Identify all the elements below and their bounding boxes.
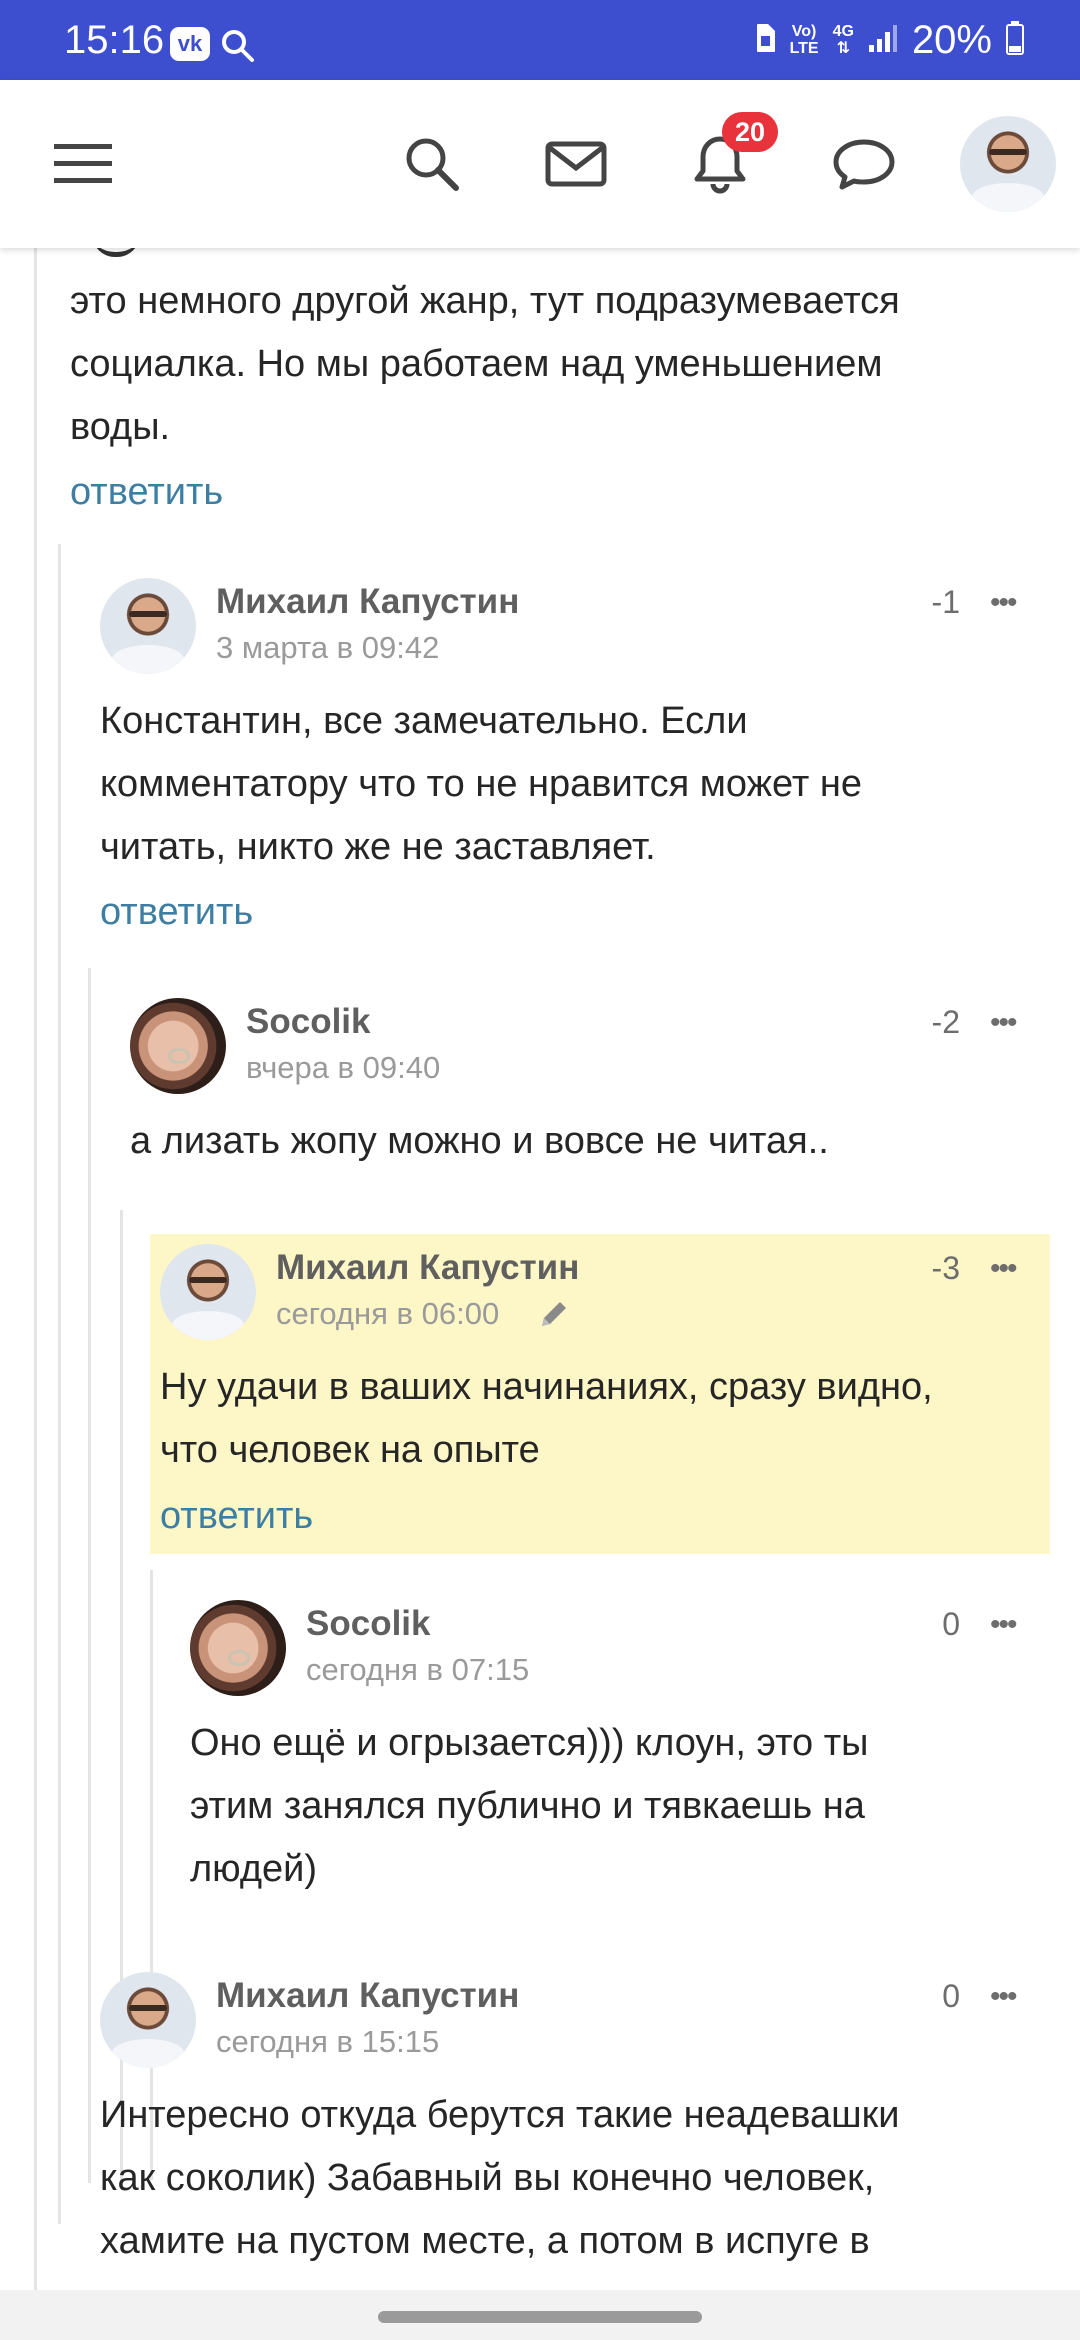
avatar-ring-shape — [228, 1649, 250, 1666]
comment-date[interactable]: сегодня в 06:00 — [276, 1296, 499, 1332]
data-arrows-icon: ⇅ — [836, 40, 850, 57]
comment-avatar[interactable] — [130, 998, 226, 1094]
comment-text-line: Интересно откуда берутся такие неадевашк… — [100, 2094, 900, 2136]
comment-text: Константин, все замечательно. Если комме… — [100, 690, 862, 879]
lte-label: LTE — [789, 40, 819, 57]
user-avatar[interactable] — [960, 116, 1056, 212]
comment-avatar[interactable] — [160, 1244, 256, 1340]
more-options-icon[interactable]: ••• — [990, 1610, 1017, 1640]
comment-score: -1 — [931, 584, 960, 620]
comment-text-line: что человек на опыте — [160, 1429, 540, 1471]
comment-text: Оно ещё и огрызается))) клоун, это ты эт… — [190, 1712, 868, 1901]
comment-text: это немного другой жанр, тут подразумева… — [70, 270, 900, 459]
comment-text-line: Ну удачи в ваших начинаниях, сразу видно… — [160, 1366, 933, 1408]
comment-date[interactable]: 3 марта в 09:42 — [216, 630, 439, 666]
comment-score: 0 — [942, 1606, 960, 1642]
comment-text-line: людей) — [190, 1848, 318, 1890]
comment-text-line: этим занялся публично и тявкаешь на — [190, 1785, 865, 1827]
comment-score: -3 — [931, 1250, 960, 1286]
comment-date[interactable]: вчера в 09:40 — [246, 1050, 440, 1086]
status-bar: 15:16 vk Vo) LTE 4G ⇅ 20% — [0, 0, 1080, 80]
comment-date[interactable]: сегодня в 07:15 — [306, 1652, 529, 1688]
comment-text-line: комментатору что то не нравится может не — [100, 763, 863, 805]
reply-link[interactable]: ответить — [70, 470, 223, 514]
sim-icon — [754, 23, 776, 58]
avatar-ring-shape — [168, 1047, 190, 1064]
comment-text-line: а лизать жопу можно и вовсе не читая.. — [130, 1120, 829, 1162]
notifications-bell-icon[interactable] — [688, 80, 752, 248]
menu-icon[interactable] — [52, 80, 116, 248]
reply-link[interactable]: ответить — [160, 1494, 313, 1538]
avatar-glasses-shape — [188, 1276, 228, 1284]
comment-text-line: Оно ещё и огрызается))) клоун, это ты — [190, 1722, 869, 1764]
search-status-icon — [220, 28, 256, 69]
more-options-icon[interactable]: ••• — [990, 1008, 1017, 1038]
avatar-glasses-shape — [988, 148, 1028, 156]
comment-text-line: как соколик) Забавный вы конечно человек… — [100, 2157, 875, 2199]
comment-avatar[interactable] — [190, 1600, 286, 1696]
vk-app-icon: vk — [170, 27, 210, 61]
comment-author[interactable]: Михаил Капустин — [216, 582, 519, 622]
comment-score: -2 — [931, 1004, 960, 1040]
status-time: 15:16 — [64, 18, 165, 62]
comment-text-line: социалка. Но мы работаем над уменьшением — [70, 343, 883, 385]
comment-avatar[interactable] — [100, 1972, 196, 2068]
comment-avatar[interactable] — [100, 578, 196, 674]
comment-text-line: воды. — [70, 406, 171, 448]
comment-score: 0 — [942, 1978, 960, 2014]
avatar-shirt-shape — [171, 1311, 245, 1340]
more-options-icon[interactable]: ••• — [990, 1254, 1017, 1284]
avatar-shirt-shape — [111, 2039, 185, 2068]
mail-icon[interactable] — [544, 80, 608, 248]
search-icon[interactable] — [400, 80, 464, 248]
reply-link[interactable]: ответить — [100, 890, 253, 934]
thread-line — [34, 248, 37, 2308]
comment-author[interactable]: Socolik — [306, 1604, 430, 1644]
app-header: 20 — [0, 80, 1080, 248]
messages-icon[interactable] — [832, 80, 896, 248]
network-gen-indicator: 4G ⇅ — [833, 23, 854, 57]
comment-author[interactable]: Socolik — [246, 1002, 370, 1042]
edited-pencil-icon — [538, 1298, 570, 1335]
network-gen-label: 4G — [832, 23, 854, 40]
home-gesture-handle[interactable] — [378, 2311, 702, 2323]
comment-text: а лизать жопу можно и вовсе не читая.. — [130, 1110, 829, 1173]
comment-date[interactable]: сегодня в 15:15 — [216, 2024, 439, 2060]
comment-text-line: хамите на пустом месте, а потом в испуге… — [100, 2220, 870, 2262]
more-options-icon[interactable]: ••• — [990, 1982, 1017, 2012]
comment-text-line: это немного другой жанр, тут подразумева… — [70, 280, 900, 322]
avatar-shirt-shape — [971, 183, 1045, 212]
avatar-glasses-shape — [128, 610, 168, 618]
navigation-gesture-bar — [0, 2290, 1080, 2340]
battery-percent: 20% — [911, 18, 992, 62]
avatar-glasses-shape — [128, 2004, 168, 2012]
thread-line — [88, 968, 91, 2183]
thread-line — [58, 544, 61, 2224]
comment-author[interactable]: Михаил Капустин — [276, 1248, 579, 1288]
comment-text-line: Константин, все замечательно. Если — [100, 700, 748, 742]
comment-highlighted: Михаил Капустин сегодня в 06:00 -3 ••• Н… — [150, 1234, 1050, 1554]
avatar-shirt-shape — [111, 645, 185, 674]
comment-text-line: читать, никто же не заставляет. — [100, 826, 656, 868]
comment-text: Интересно откуда берутся такие неадевашк… — [100, 2084, 899, 2273]
notifications-badge: 20 — [722, 112, 778, 152]
comment-author[interactable]: Михаил Капустин — [216, 1976, 519, 2016]
volte-label: Vo) — [791, 23, 817, 40]
comment-text: Ну удачи в ваших начинаниях, сразу видно… — [160, 1356, 933, 1482]
more-options-icon[interactable]: ••• — [990, 588, 1017, 618]
signal-icon — [868, 23, 898, 58]
volte-indicator: Vo) LTE — [790, 23, 819, 57]
battery-icon — [1006, 20, 1024, 60]
